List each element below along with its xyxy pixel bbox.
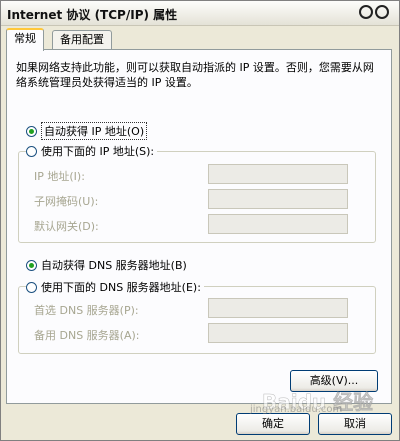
radio-ip-manual[interactable]: 使用下面的 IP 地址(S): xyxy=(26,143,158,159)
radio-on-icon xyxy=(26,125,37,137)
preferred-dns-label: 首选 DNS 服务器(P): xyxy=(34,304,139,317)
radio-off-icon xyxy=(26,281,37,293)
radio-dns-manual-label: 使用下面的 DNS 服务器地址(E): xyxy=(41,281,201,294)
radio-dns-auto-label: 自动获得 DNS 服务器地址(B) xyxy=(41,259,187,272)
tab-general[interactable]: 常规 xyxy=(6,28,44,51)
default-gateway-field[interactable] xyxy=(208,214,348,234)
radio-ip-manual-label: 使用下面的 IP 地址(S): xyxy=(41,145,155,158)
subnet-mask-label: 子网掩码(U): xyxy=(34,195,99,208)
ip-address-label: IP 地址(I): xyxy=(34,170,85,183)
baidu-watermark-url: jingyan.baidu.com xyxy=(250,404,343,415)
radio-ip-auto-label: 自动获得 IP 地址(O) xyxy=(41,122,148,140)
dns-group-box xyxy=(18,286,376,354)
title-bar[interactable]: Internet 协议 (TCP/IP) 属性 xyxy=(1,1,399,26)
radio-dns-manual[interactable]: 使用下面的 DNS 服务器地址(E): xyxy=(26,279,204,295)
rings-icon[interactable] xyxy=(359,5,393,21)
intro-text: 如果网络支持此功能，则可以获取自动指派的 IP 设置。否则，您需要从网络系统管理… xyxy=(16,61,374,89)
radio-ip-auto[interactable]: 自动获得 IP 地址(O) xyxy=(26,122,148,140)
radio-on-icon xyxy=(26,259,37,271)
preferred-dns-field[interactable] xyxy=(208,298,348,318)
default-gateway-label: 默认网关(D): xyxy=(34,220,99,233)
radio-dns-auto[interactable]: 自动获得 DNS 服务器地址(B) xyxy=(26,257,187,273)
cancel-button[interactable]: 取消 xyxy=(318,413,392,435)
subnet-mask-field[interactable] xyxy=(208,189,348,209)
alternate-dns-field[interactable] xyxy=(208,323,348,343)
window-title: Internet 协议 (TCP/IP) 属性 xyxy=(7,8,178,22)
alternate-dns-label: 备用 DNS 服务器(A): xyxy=(34,329,140,342)
tab-alternate-config[interactable]: 备用配置 xyxy=(52,30,112,50)
ip-address-field[interactable] xyxy=(208,164,348,184)
ok-button[interactable]: 确定 xyxy=(236,413,310,435)
radio-off-icon xyxy=(26,145,37,157)
